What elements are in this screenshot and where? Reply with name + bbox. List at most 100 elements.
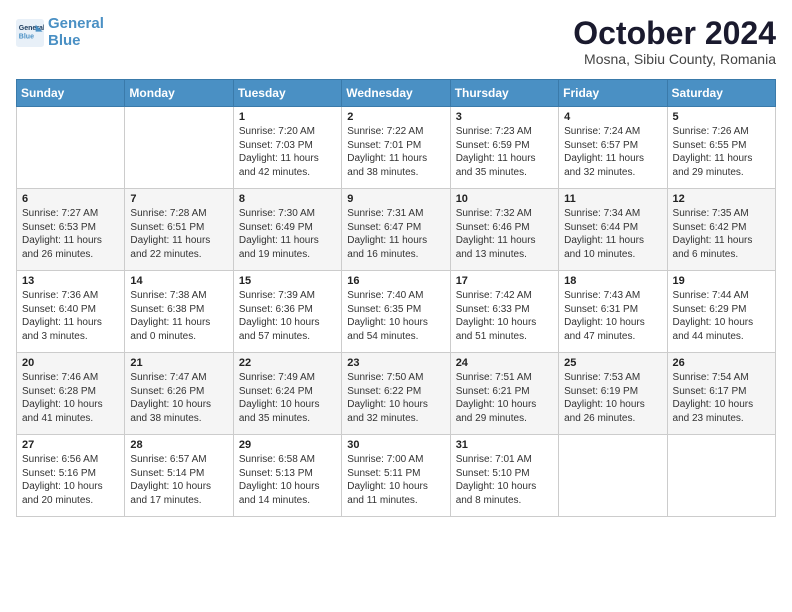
day-info: Sunrise: 7:31 AM Sunset: 6:47 PM Dayligh… [347, 207, 444, 261]
day-info: Sunrise: 7:49 AM Sunset: 6:24 PM Dayligh… [239, 371, 336, 425]
calendar-cell: 10Sunrise: 7:32 AM Sunset: 6:46 PM Dayli… [450, 189, 558, 271]
day-info: Sunrise: 7:36 AM Sunset: 6:40 PM Dayligh… [22, 289, 119, 343]
day-number: 22 [239, 357, 336, 369]
calendar-cell: 31Sunrise: 7:01 AM Sunset: 5:10 PM Dayli… [450, 435, 558, 517]
calendar-cell [667, 435, 775, 517]
day-number: 25 [564, 357, 661, 369]
calendar-cell: 21 Sunrise: 7:47 AM Sunset: 6:26 PM Dayli… [125, 353, 233, 435]
calendar-cell: 1Sunrise: 7:20 AM Sunset: 7:03 PM Daylig… [233, 107, 341, 189]
calendar-cell: 20Sunrise: 7:46 AM Sunset: 6:28 PM Dayli… [17, 353, 125, 435]
calendar-cell: 8 Sunrise: 7:30 AM Sunset: 6:49 PM Daylig… [233, 189, 341, 271]
day-number: 21 [130, 357, 227, 369]
calendar-cell: 12 Sunrise: 7:35 AM Sunset: 6:42 PM Dayli… [667, 189, 775, 271]
day-number: 13 [22, 275, 119, 287]
logo-icon: General Blue [16, 19, 44, 47]
month-title: October 2024 [573, 16, 776, 51]
day-number: 2 [347, 111, 444, 123]
day-header-saturday: Saturday [667, 80, 775, 107]
day-info: Sunrise: 7:42 AM Sunset: 6:33 PM Dayligh… [456, 289, 553, 343]
day-info: Sunrise: 7:26 AM Sunset: 6:55 PM Dayligh… [673, 125, 770, 179]
calendar-cell: 27 Sunrise: 6:56 AM Sunset: 5:16 PM Dayli… [17, 435, 125, 517]
calendar-week-5: 27 Sunrise: 6:56 AM Sunset: 5:16 PM Dayli… [17, 435, 776, 517]
calendar-body: 1Sunrise: 7:20 AM Sunset: 7:03 PM Daylig… [17, 107, 776, 517]
calendar-week-2: 6 Sunrise: 7:27 AM Sunset: 6:53 PM Daylig… [17, 189, 776, 271]
day-info: Sunrise: 7:39 AM Sunset: 6:36 PM Dayligh… [239, 289, 336, 343]
calendar-cell: 22 Sunrise: 7:49 AM Sunset: 6:24 PM Dayli… [233, 353, 341, 435]
calendar-cell: 30Sunrise: 7:00 AM Sunset: 5:11 PM Dayli… [342, 435, 450, 517]
calendar-cell: 19 Sunrise: 7:44 AM Sunset: 6:29 PM Dayli… [667, 271, 775, 353]
day-info: Sunrise: 7:28 AM Sunset: 6:51 PM Dayligh… [130, 207, 227, 261]
calendar-cell: 24Sunrise: 7:51 AM Sunset: 6:21 PM Dayli… [450, 353, 558, 435]
calendar-week-3: 13 Sunrise: 7:36 AM Sunset: 6:40 PM Dayli… [17, 271, 776, 353]
calendar-cell: 4 Sunrise: 7:24 AM Sunset: 6:57 PM Daylig… [559, 107, 667, 189]
day-number: 31 [456, 439, 553, 451]
calendar-cell: 9 Sunrise: 7:31 AM Sunset: 6:47 PM Daylig… [342, 189, 450, 271]
day-header-monday: Monday [125, 80, 233, 107]
location: Mosna, Sibiu County, Romania [573, 51, 776, 67]
day-info: Sunrise: 6:56 AM Sunset: 5:16 PM Dayligh… [22, 453, 119, 507]
day-number: 11 [564, 193, 661, 205]
day-number: 6 [22, 193, 119, 205]
day-header-friday: Friday [559, 80, 667, 107]
day-number: 30 [347, 439, 444, 451]
calendar-cell: 25 Sunrise: 7:53 AM Sunset: 6:19 PM Dayli… [559, 353, 667, 435]
calendar-cell: 28Sunrise: 6:57 AM Sunset: 5:14 PM Dayli… [125, 435, 233, 517]
calendar-cell [17, 107, 125, 189]
day-info: Sunrise: 7:23 AM Sunset: 6:59 PM Dayligh… [456, 125, 553, 179]
day-info: Sunrise: 6:58 AM Sunset: 5:13 PM Dayligh… [239, 453, 336, 507]
day-number: 17 [456, 275, 553, 287]
logo: General Blue GeneralBlue [16, 16, 104, 49]
day-number: 26 [673, 357, 770, 369]
day-number: 27 [22, 439, 119, 451]
day-info: Sunrise: 7:27 AM Sunset: 6:53 PM Dayligh… [22, 207, 119, 261]
calendar-cell: 15 Sunrise: 7:39 AM Sunset: 6:36 PM Dayli… [233, 271, 341, 353]
day-number: 24 [456, 357, 553, 369]
day-info: Sunrise: 7:38 AM Sunset: 6:38 PM Dayligh… [130, 289, 227, 343]
day-info: Sunrise: 6:57 AM Sunset: 5:14 PM Dayligh… [130, 453, 227, 507]
calendar-cell: 2 Sunrise: 7:22 AM Sunset: 7:01 PM Daylig… [342, 107, 450, 189]
day-info: Sunrise: 7:46 AM Sunset: 6:28 PM Dayligh… [22, 371, 119, 425]
calendar-cell: 3 Sunrise: 7:23 AM Sunset: 6:59 PM Daylig… [450, 107, 558, 189]
day-number: 5 [673, 111, 770, 123]
day-header-tuesday: Tuesday [233, 80, 341, 107]
logo-text: GeneralBlue [48, 16, 104, 49]
day-info: Sunrise: 7:53 AM Sunset: 6:19 PM Dayligh… [564, 371, 661, 425]
day-number: 9 [347, 193, 444, 205]
day-number: 4 [564, 111, 661, 123]
calendar-week-4: 20Sunrise: 7:46 AM Sunset: 6:28 PM Dayli… [17, 353, 776, 435]
day-info: Sunrise: 7:40 AM Sunset: 6:35 PM Dayligh… [347, 289, 444, 343]
calendar-week-1: 1Sunrise: 7:20 AM Sunset: 7:03 PM Daylig… [17, 107, 776, 189]
day-header-sunday: Sunday [17, 80, 125, 107]
day-number: 12 [673, 193, 770, 205]
day-info: Sunrise: 7:24 AM Sunset: 6:57 PM Dayligh… [564, 125, 661, 179]
calendar-cell [125, 107, 233, 189]
calendar-cell: 5 Sunrise: 7:26 AM Sunset: 6:55 PM Daylig… [667, 107, 775, 189]
day-number: 1 [239, 111, 336, 123]
day-info: Sunrise: 7:32 AM Sunset: 6:46 PM Dayligh… [456, 207, 553, 261]
day-info: Sunrise: 7:54 AM Sunset: 6:17 PM Dayligh… [673, 371, 770, 425]
day-info: Sunrise: 7:35 AM Sunset: 6:42 PM Dayligh… [673, 207, 770, 261]
calendar-cell: 11Sunrise: 7:34 AM Sunset: 6:44 PM Dayli… [559, 189, 667, 271]
svg-text:Blue: Blue [19, 33, 34, 40]
day-number: 15 [239, 275, 336, 287]
calendar-cell: 29Sunrise: 6:58 AM Sunset: 5:13 PM Dayli… [233, 435, 341, 517]
calendar-cell: 26 Sunrise: 7:54 AM Sunset: 6:17 PM Dayli… [667, 353, 775, 435]
day-header-thursday: Thursday [450, 80, 558, 107]
calendar-cell: 14 Sunrise: 7:38 AM Sunset: 6:38 PM Dayli… [125, 271, 233, 353]
day-number: 8 [239, 193, 336, 205]
calendar-table: SundayMondayTuesdayWednesdayThursdayFrid… [16, 79, 776, 517]
day-info: Sunrise: 7:43 AM Sunset: 6:31 PM Dayligh… [564, 289, 661, 343]
calendar-cell: 18Sunrise: 7:43 AM Sunset: 6:31 PM Dayli… [559, 271, 667, 353]
day-number: 14 [130, 275, 227, 287]
calendar-cell: 7Sunrise: 7:28 AM Sunset: 6:51 PM Daylig… [125, 189, 233, 271]
calendar-cell: 16Sunrise: 7:40 AM Sunset: 6:35 PM Dayli… [342, 271, 450, 353]
calendar-cell: 17 Sunrise: 7:42 AM Sunset: 6:33 PM Dayli… [450, 271, 558, 353]
day-number: 19 [673, 275, 770, 287]
day-number: 3 [456, 111, 553, 123]
day-info: Sunrise: 7:50 AM Sunset: 6:22 PM Dayligh… [347, 371, 444, 425]
day-info: Sunrise: 7:47 AM Sunset: 6:26 PM Dayligh… [130, 371, 227, 425]
day-info: Sunrise: 7:44 AM Sunset: 6:29 PM Dayligh… [673, 289, 770, 343]
calendar-cell: 6 Sunrise: 7:27 AM Sunset: 6:53 PM Daylig… [17, 189, 125, 271]
day-info: Sunrise: 7:22 AM Sunset: 7:01 PM Dayligh… [347, 125, 444, 179]
day-info: Sunrise: 7:30 AM Sunset: 6:49 PM Dayligh… [239, 207, 336, 261]
